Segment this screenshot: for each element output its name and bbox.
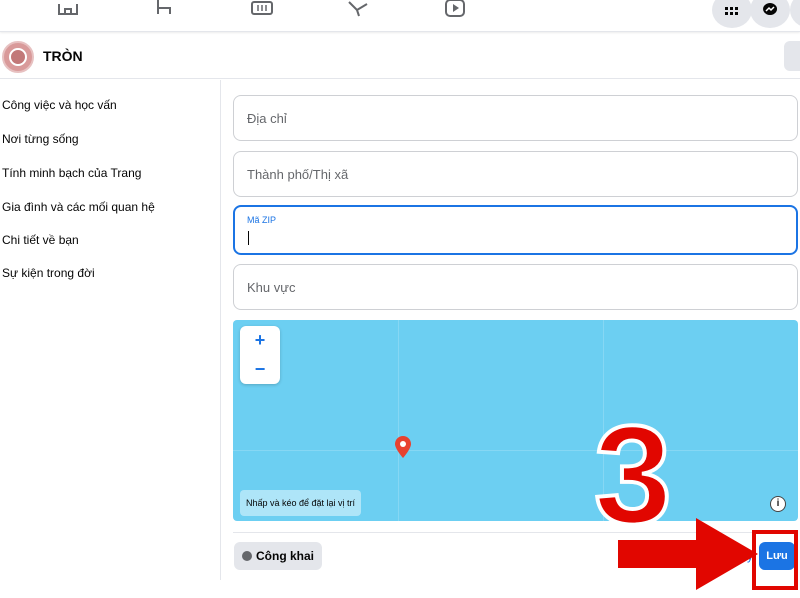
red-arrow-icon xyxy=(618,518,758,590)
top-navigation xyxy=(0,0,800,32)
page-avatar[interactable] xyxy=(2,41,34,73)
sidebar-item-page-transparency[interactable]: Tính minh bạch của Trang xyxy=(2,166,141,180)
page-name[interactable]: TRÒN xyxy=(43,48,83,64)
sidebar-item-places-lived[interactable]: Nơi từng sống xyxy=(2,132,79,146)
messenger-icon xyxy=(763,3,778,15)
zoom-controls: + − xyxy=(240,326,280,384)
zoom-in-button[interactable]: + xyxy=(240,326,280,355)
location-pin-icon[interactable] xyxy=(395,436,411,458)
city-field-label: Thành phố/Thị xã xyxy=(247,167,349,182)
region-field-label: Khu vực xyxy=(247,280,296,295)
sidebar-item-family-relationships[interactable]: Gia đình và các mối quan hệ xyxy=(2,200,155,214)
sidebar-item-details-about-you[interactable]: Chi tiết về bạn xyxy=(2,233,79,247)
watch-icon[interactable] xyxy=(443,0,467,20)
zip-field-label: Mã ZIP xyxy=(247,215,277,225)
zoom-out-button[interactable]: − xyxy=(240,355,280,384)
sidebar-item-work-education[interactable]: Công việc và học vấn xyxy=(2,98,117,112)
location-map[interactable]: + − Nhấp và kéo để đặt lại vị trí i xyxy=(233,320,798,521)
menu-grid-button[interactable] xyxy=(712,0,752,28)
address-field[interactable]: Địa chỉ xyxy=(233,95,798,141)
save-highlight-box xyxy=(752,530,798,590)
messenger-button[interactable] xyxy=(750,0,790,28)
text-caret xyxy=(248,231,249,245)
video-icon[interactable] xyxy=(250,0,274,20)
map-hint: Nhấp và kéo để đặt lại vị trí xyxy=(240,490,362,516)
globe-icon xyxy=(242,551,252,561)
header-action-button[interactable] xyxy=(784,41,800,71)
home-icon[interactable] xyxy=(56,0,80,20)
city-field[interactable]: Thành phố/Thị xã xyxy=(233,151,798,197)
flag-icon[interactable] xyxy=(154,0,178,20)
grid-icon xyxy=(725,7,738,15)
info-icon[interactable]: i xyxy=(770,496,786,512)
address-field-label: Địa chỉ xyxy=(247,111,287,126)
privacy-selector-button[interactable]: Công khai xyxy=(234,542,323,570)
page-header: TRÒN xyxy=(0,33,800,79)
about-sidebar: Công việc và học vấn Nơi từng sống Tính … xyxy=(0,80,221,580)
sidebar-item-life-events[interactable]: Sự kiện trong đời xyxy=(2,266,95,280)
privacy-label: Công khai xyxy=(256,549,315,563)
page-root: TRÒN Công việc và học vấn Nơi từng sống … xyxy=(0,0,800,598)
region-field[interactable]: Khu vực xyxy=(233,264,798,310)
megaphone-icon[interactable] xyxy=(347,0,371,20)
zip-field[interactable]: Mã ZIP xyxy=(233,205,798,255)
notifications-button[interactable] xyxy=(790,0,800,28)
